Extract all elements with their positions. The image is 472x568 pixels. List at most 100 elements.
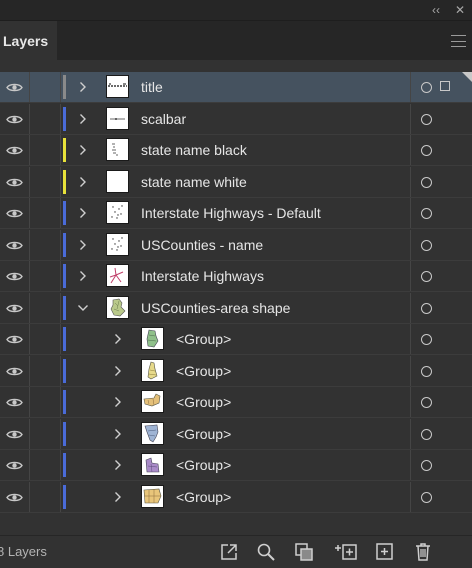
target-circle-icon[interactable] xyxy=(410,482,441,512)
layer-name[interactable]: state name white xyxy=(141,167,247,197)
chevron-right-icon[interactable] xyxy=(111,362,125,380)
eye-icon[interactable] xyxy=(0,293,30,323)
sublayer-row[interactable]: <Group> xyxy=(0,324,472,355)
trash-icon[interactable] xyxy=(413,542,433,562)
chevron-right-icon[interactable] xyxy=(76,267,90,285)
target-circle-icon[interactable] xyxy=(410,419,441,449)
eye-icon[interactable] xyxy=(0,419,30,449)
layer-row[interactable]: Interstate Highways xyxy=(0,261,472,292)
layer-name[interactable]: Interstate Highways xyxy=(141,261,264,291)
panel-menu-icon[interactable] xyxy=(451,35,466,47)
tab-layers[interactable]: Layers xyxy=(0,21,57,60)
chevron-right-icon[interactable] xyxy=(76,204,90,222)
layer-row[interactable]: scalbar xyxy=(0,104,472,135)
eye-icon[interactable] xyxy=(0,72,30,102)
sublayer-row[interactable]: <Group> xyxy=(0,450,472,481)
clipping-mask-icon[interactable] xyxy=(294,542,314,562)
chevron-right-icon[interactable] xyxy=(76,173,90,191)
target-circle-icon[interactable] xyxy=(410,198,441,228)
panel-tab-bar: Layers xyxy=(0,21,472,60)
eye-icon[interactable] xyxy=(0,450,30,480)
target-circle-icon[interactable] xyxy=(410,72,441,102)
target-circle-icon[interactable] xyxy=(410,387,441,417)
target-circle-icon[interactable] xyxy=(410,230,441,260)
layer-name[interactable]: Interstate Highways - Default xyxy=(141,198,321,228)
layer-name[interactable]: title xyxy=(141,72,163,102)
layer-name[interactable]: <Group> xyxy=(176,324,231,354)
new-layer-icon[interactable] xyxy=(375,542,395,562)
yellow-map-thumbnail xyxy=(141,359,164,382)
eye-icon[interactable] xyxy=(0,482,30,512)
chevron-right-icon[interactable] xyxy=(111,488,125,506)
lock-toggle[interactable] xyxy=(30,104,61,134)
layer-name[interactable]: USCounties-area shape xyxy=(141,293,290,323)
lock-toggle[interactable] xyxy=(30,198,61,228)
close-panel-button[interactable]: ✕ xyxy=(452,2,468,18)
target-circle-icon[interactable] xyxy=(410,135,441,165)
target-circle-icon[interactable] xyxy=(410,261,441,291)
layer-name[interactable]: <Group> xyxy=(176,482,231,512)
new-sublayer-icon[interactable] xyxy=(334,542,358,562)
layer-row[interactable]: Interstate Highways - Default xyxy=(0,198,472,229)
chevron-right-icon[interactable] xyxy=(76,110,90,128)
chevron-right-icon[interactable] xyxy=(111,456,125,474)
lock-toggle[interactable] xyxy=(30,230,61,260)
layer-name[interactable]: scalbar xyxy=(141,104,186,134)
collapse-panel-button[interactable]: ‹‹ xyxy=(428,2,444,18)
layer-name[interactable]: <Group> xyxy=(176,450,231,480)
chevron-right-icon[interactable] xyxy=(111,330,125,348)
eye-icon[interactable] xyxy=(0,198,30,228)
layer-row[interactable]: USCounties - name xyxy=(0,230,472,261)
eye-icon[interactable] xyxy=(0,135,30,165)
layer-name[interactable]: USCounties - name xyxy=(141,230,263,260)
selection-square-icon[interactable] xyxy=(440,81,450,91)
layer-row[interactable]: state name black xyxy=(0,135,472,166)
lock-toggle[interactable] xyxy=(30,482,61,512)
layer-name[interactable]: <Group> xyxy=(176,356,231,386)
tan-map-thumbnail xyxy=(141,390,164,413)
lock-toggle[interactable] xyxy=(30,324,61,354)
target-circle-icon[interactable] xyxy=(410,356,441,386)
chevron-right-icon[interactable] xyxy=(111,393,125,411)
lock-toggle[interactable] xyxy=(30,419,61,449)
lock-toggle[interactable] xyxy=(30,261,61,291)
chevron-right-icon[interactable] xyxy=(76,141,90,159)
target-circle-icon[interactable] xyxy=(410,167,441,197)
eye-icon[interactable] xyxy=(0,230,30,260)
target-circle-icon[interactable] xyxy=(410,450,441,480)
chevron-down-icon[interactable] xyxy=(76,299,90,317)
target-circle-icon[interactable] xyxy=(410,293,441,323)
eye-icon[interactable] xyxy=(0,167,30,197)
lock-toggle[interactable] xyxy=(30,293,61,323)
layer-name[interactable]: state name black xyxy=(141,135,247,165)
layer-row[interactable]: title xyxy=(0,72,472,103)
lock-toggle[interactable] xyxy=(30,387,61,417)
dots-thumbnail xyxy=(106,201,129,224)
eye-icon[interactable] xyxy=(0,387,30,417)
sublayer-row[interactable]: <Group> xyxy=(0,482,472,513)
layer-row[interactable]: state name white xyxy=(0,167,472,198)
layer-row[interactable]: USCounties-area shape xyxy=(0,293,472,324)
chevron-right-icon[interactable] xyxy=(76,78,90,96)
eye-icon[interactable] xyxy=(0,261,30,291)
eye-icon[interactable] xyxy=(0,104,30,134)
eye-icon[interactable] xyxy=(0,324,30,354)
layer-name[interactable]: <Group> xyxy=(176,387,231,417)
sublayer-row[interactable]: <Group> xyxy=(0,387,472,418)
layer-name[interactable]: <Group> xyxy=(176,419,231,449)
lock-toggle[interactable] xyxy=(30,450,61,480)
lock-toggle[interactable] xyxy=(30,356,61,386)
layer-color-bar xyxy=(63,201,66,225)
sublayer-row[interactable]: <Group> xyxy=(0,419,472,450)
lock-toggle[interactable] xyxy=(30,135,61,165)
target-circle-icon[interactable] xyxy=(410,104,441,134)
locate-object-icon[interactable] xyxy=(256,542,276,562)
lock-toggle[interactable] xyxy=(30,167,61,197)
export-icon[interactable] xyxy=(219,542,239,562)
eye-icon[interactable] xyxy=(0,356,30,386)
lock-toggle[interactable] xyxy=(30,72,61,102)
sublayer-row[interactable]: <Group> xyxy=(0,356,472,387)
chevron-right-icon[interactable] xyxy=(111,425,125,443)
target-circle-icon[interactable] xyxy=(410,324,441,354)
chevron-right-icon[interactable] xyxy=(76,236,90,254)
